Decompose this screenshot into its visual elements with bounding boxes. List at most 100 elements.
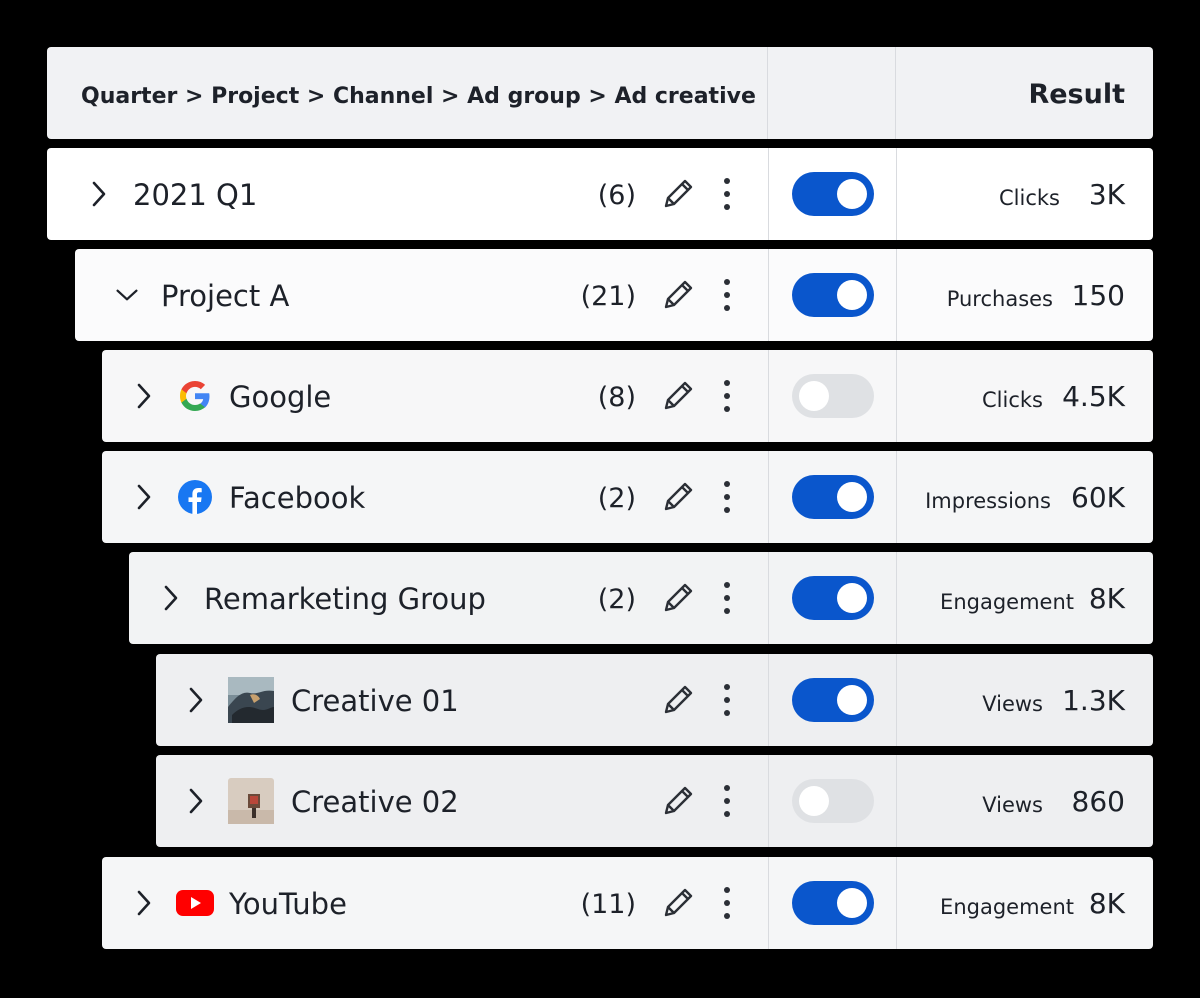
row-name[interactable]: YouTube	[229, 857, 347, 949]
pencil-icon[interactable]	[660, 277, 696, 313]
chevron-right-icon[interactable]	[184, 755, 208, 847]
column-divider	[896, 148, 897, 240]
child-count: (2)	[597, 483, 636, 514]
chevron-right-icon[interactable]	[132, 451, 156, 543]
row-name[interactable]: 2021 Q1	[133, 148, 257, 240]
pencil-icon[interactable]	[660, 378, 696, 414]
child-count: (6)	[597, 180, 636, 211]
row-name[interactable]: Google	[229, 350, 331, 442]
column-divider	[895, 47, 896, 139]
metric-value: 150	[1071, 279, 1125, 312]
metric-label: Clicks	[982, 388, 1043, 412]
column-divider	[768, 755, 769, 847]
table-row[interactable]: 2021 Q1 (6) Clicks 3K	[47, 148, 1153, 240]
table-header: Quarter > Project > Channel > Ad group >…	[47, 47, 1153, 139]
metric-value: 860	[1071, 785, 1125, 818]
pencil-icon[interactable]	[660, 885, 696, 921]
column-divider	[896, 654, 897, 746]
pencil-icon[interactable]	[660, 176, 696, 212]
chevron-right-icon[interactable]	[132, 857, 156, 949]
creative-thumbnail-room	[228, 778, 274, 824]
pencil-icon[interactable]	[660, 479, 696, 515]
status-toggle[interactable]	[792, 273, 874, 317]
child-count: (21)	[580, 281, 636, 312]
metric-value: 8K	[1088, 887, 1125, 920]
row-name[interactable]: Remarketing Group	[204, 552, 486, 644]
table-row[interactable]: Remarketing Group (2) Engagement 8K	[129, 552, 1153, 644]
table-row[interactable]: Google (8) Clicks 4.5K	[102, 350, 1153, 442]
table-row[interactable]: Project A (21) Purchases 150	[75, 249, 1153, 341]
more-vertical-icon[interactable]	[719, 783, 735, 819]
table-row[interactable]: Facebook (2) Impressions 60K	[102, 451, 1153, 543]
column-divider	[896, 350, 897, 442]
column-divider	[896, 755, 897, 847]
metric-value: 3K	[1088, 178, 1125, 211]
more-vertical-icon[interactable]	[719, 479, 735, 515]
toggle-knob	[837, 280, 867, 310]
column-divider	[768, 857, 769, 949]
table-row[interactable]: YouTube (11) Engagement 8K	[102, 857, 1153, 949]
status-toggle[interactable]	[792, 475, 874, 519]
chevron-down-icon[interactable]	[115, 249, 139, 341]
metric-label: Engagement	[940, 895, 1074, 919]
status-toggle[interactable]	[792, 779, 874, 823]
toggle-knob	[837, 482, 867, 512]
metric-value: 60K	[1071, 481, 1125, 514]
metric-label: Impressions	[925, 489, 1051, 513]
row-name[interactable]: Project A	[161, 249, 289, 341]
row-name[interactable]: Creative 02	[291, 755, 459, 847]
pencil-icon[interactable]	[660, 580, 696, 616]
more-vertical-icon[interactable]	[719, 378, 735, 414]
toggle-knob	[799, 786, 829, 816]
status-toggle[interactable]	[792, 881, 874, 925]
metric-label: Clicks	[999, 186, 1060, 210]
creative-thumbnail-landscape	[228, 677, 274, 723]
column-divider	[768, 148, 769, 240]
column-divider	[768, 350, 769, 442]
column-divider	[896, 857, 897, 949]
column-divider	[768, 552, 769, 644]
more-vertical-icon[interactable]	[719, 885, 735, 921]
chevron-right-icon[interactable]	[159, 552, 183, 644]
pencil-icon[interactable]	[660, 682, 696, 718]
google-icon	[172, 373, 218, 419]
status-toggle[interactable]	[792, 678, 874, 722]
table-row[interactable]: Creative 02 Views 860	[156, 755, 1153, 847]
more-vertical-icon[interactable]	[719, 682, 735, 718]
column-divider	[767, 47, 768, 139]
column-divider	[896, 451, 897, 543]
column-divider	[768, 249, 769, 341]
status-toggle[interactable]	[792, 172, 874, 216]
youtube-icon	[172, 880, 218, 926]
child-count: (11)	[580, 889, 636, 920]
metric-value: 4.5K	[1062, 380, 1125, 413]
result-column-title[interactable]: Result	[1028, 47, 1125, 139]
status-toggle[interactable]	[792, 576, 874, 620]
toggle-knob	[837, 179, 867, 209]
toggle-knob	[799, 381, 829, 411]
toggle-knob	[837, 888, 867, 918]
chevron-right-icon[interactable]	[184, 654, 208, 746]
chevron-right-icon[interactable]	[87, 148, 111, 240]
facebook-icon	[172, 474, 218, 520]
status-toggle[interactable]	[792, 374, 874, 418]
row-name[interactable]: Facebook	[229, 451, 365, 543]
column-divider	[896, 249, 897, 341]
hierarchy-breadcrumb: Quarter > Project > Channel > Ad group >…	[81, 84, 756, 109]
column-divider	[768, 451, 769, 543]
child-count: (2)	[597, 584, 636, 615]
metric-label: Engagement	[940, 590, 1074, 614]
metric-value: 8K	[1088, 582, 1125, 615]
table-row[interactable]: Creative 01 Views 1.3K	[156, 654, 1153, 746]
metric-label: Views	[982, 793, 1043, 817]
toggle-knob	[837, 583, 867, 613]
more-vertical-icon[interactable]	[719, 277, 735, 313]
pencil-icon[interactable]	[660, 783, 696, 819]
campaign-tree-table: Quarter > Project > Channel > Ad group >…	[0, 0, 1200, 998]
row-name[interactable]: Creative 01	[291, 654, 459, 746]
more-vertical-icon[interactable]	[719, 176, 735, 212]
more-vertical-icon[interactable]	[719, 580, 735, 616]
chevron-right-icon[interactable]	[132, 350, 156, 442]
toggle-knob	[837, 685, 867, 715]
metric-label: Purchases	[946, 287, 1053, 311]
